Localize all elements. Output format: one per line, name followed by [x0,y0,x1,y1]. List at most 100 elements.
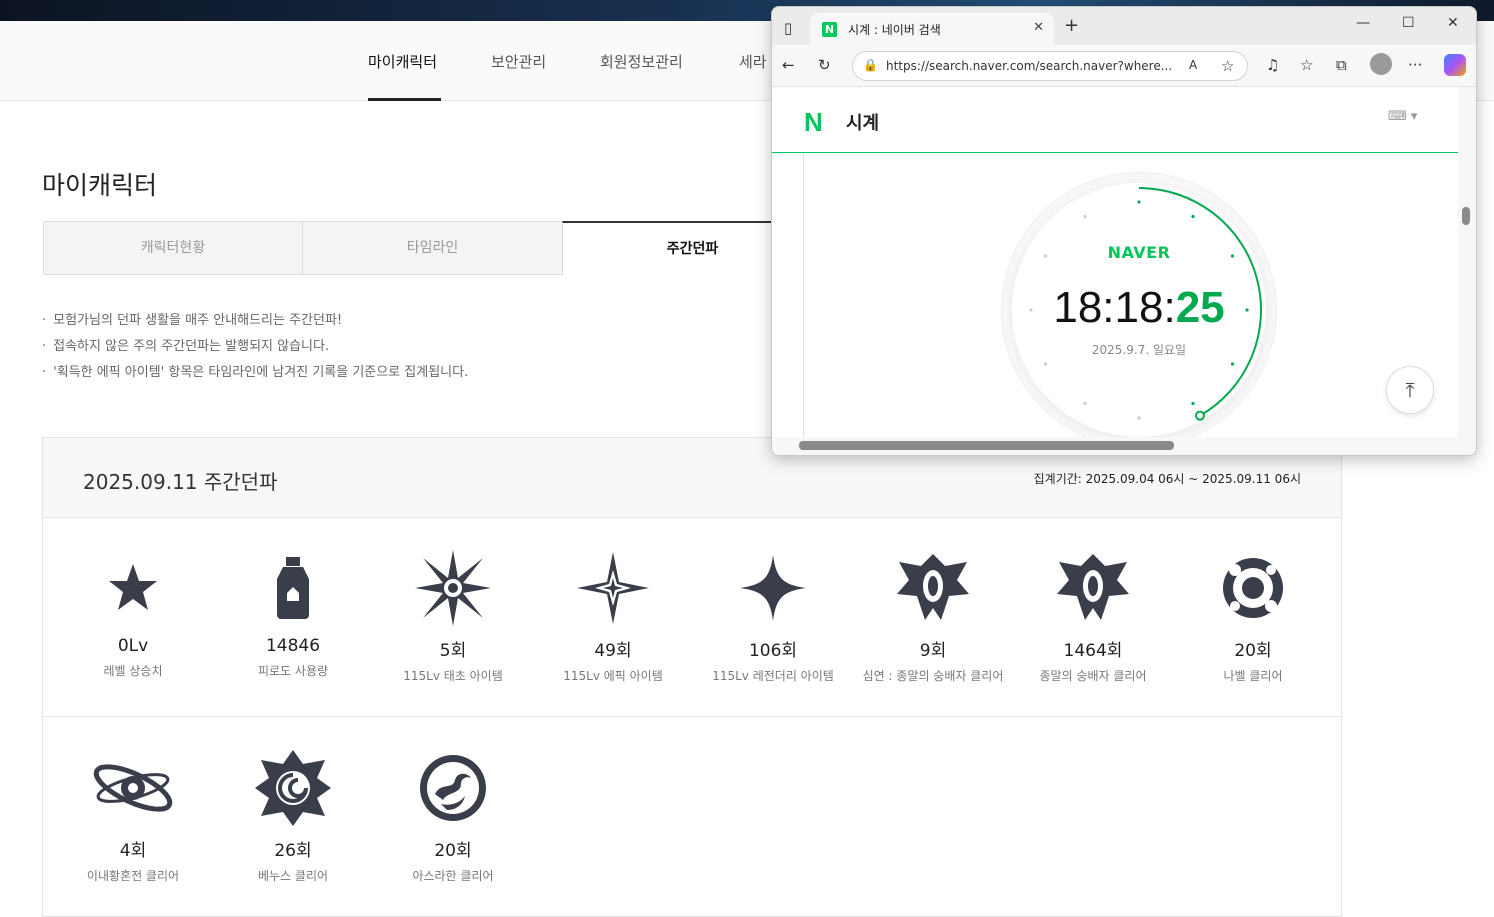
close-window-icon[interactable]: ✕ [1447,15,1459,31]
clock-hour-minute: 18:18: [1053,283,1176,332]
search-query[interactable]: 시계 [846,109,879,135]
stat-item: 9회 심연 : 종말의 숭배자 클리어 [853,546,1013,684]
lock-icon[interactable]: 🔒 [863,58,878,72]
stat-label: 아스라한 클리어 [412,869,494,883]
stat-value: 20회 [1234,641,1272,661]
collections-icon[interactable]: ⧉ [1336,56,1347,74]
stat-item: 49회 115Lv 에픽 아이템 [533,546,693,684]
stat-item: 5회 115Lv 태초 아이템 [373,546,533,684]
nabel-emblem-icon [1173,546,1333,630]
stat-value: 1464회 [1063,641,1123,661]
stat-value: 26회 [274,841,312,861]
asrahan-emblem-icon [373,746,533,830]
naver-search-header: N 시계 ⌨ ▾ [772,87,1458,153]
back-icon[interactable]: ← [782,56,795,74]
close-tab-icon[interactable]: ✕ [1033,20,1044,35]
nav-tab-my-character[interactable]: 마이캐릭터 [368,51,437,72]
stat-value: 0Lv [117,636,149,656]
profile-avatar[interactable] [1370,53,1392,75]
address-bar[interactable]: 🔒 https://search.naver.com/search.naver?… [852,51,1248,81]
tab-timeline[interactable]: 타임라인 [302,221,563,275]
stat-label: 115Lv 레전더리 아이템 [712,669,834,683]
nav-tab-partial[interactable]: 세라 [739,51,767,72]
stat-value: 20회 [434,841,472,861]
page-title: 마이캐릭터 [42,171,158,200]
browser-tab[interactable]: N 시계 : 네이버 검색 ✕ [810,13,1054,46]
read-aloud-icon[interactable]: A [1189,58,1197,72]
more-menu-icon[interactable]: ··· [1408,56,1422,74]
potion-icon [213,546,373,630]
weekly-title: 2025.09.11 주간던파 [83,470,278,494]
sub-tabs: 캐릭터현황 타임라인 주간던파 [43,221,823,275]
seconds-marker [1194,410,1205,421]
venus-emblem-icon [213,746,373,830]
scroll-top-button[interactable]: ⤒ [1386,366,1434,414]
clock-tick [1043,362,1048,366]
notice-item: '획득한 에픽 아이템' 항목은 타임라인에 남겨진 기록을 기준으로 집계됩니… [42,360,468,386]
clock-tick [1137,200,1141,204]
browser-toolbar: ← ↻ 🔒 https://search.naver.com/search.na… [772,45,1476,87]
stat-value: 5회 [439,641,467,661]
row-divider [43,716,1341,717]
extension-icon[interactable]: ♫ [1266,56,1279,74]
keyboard-icon[interactable]: ⌨ ▾ [1388,109,1417,124]
vertical-scrollbar[interactable] [1458,87,1476,437]
clock-tick [1083,401,1087,406]
clock-date: 2025.9.7. 일요일 [1091,343,1187,357]
star-icon [53,546,213,630]
clock-tick [1083,214,1087,219]
stat-label: 피로도 사용량 [257,664,329,678]
four-point-star-icon [693,546,853,630]
notice-list: 모험가님의 던파 생활을 매주 안내해드리는 주간던파! 접속하지 않은 주의 … [42,308,468,386]
stat-value: 14846 [265,636,321,656]
content-divider [803,153,804,437]
notice-item: 접속하지 않은 주의 주간던파는 발행되지 않습니다. [42,334,468,360]
clock-tick [1191,401,1195,406]
naver-logo[interactable]: N [804,107,823,138]
nav-tab-security[interactable]: 보안관리 [491,51,546,72]
burst-icon [373,546,533,630]
clock-seconds: 25 [1175,283,1225,332]
new-tab-icon[interactable]: + [1064,15,1079,36]
browser-tab-title: 시계 : 네이버 검색 [848,23,941,37]
stat-label: 115Lv 태초 아이템 [403,669,503,683]
stat-label: 베누스 클리어 [257,869,329,883]
naver-brand: NAVER [1107,243,1171,262]
orbit-emblem-icon [53,746,213,830]
vertical-scroll-thumb[interactable] [1462,207,1470,225]
active-tab-indicator [368,98,441,101]
browser-window: ▯ N 시계 : 네이버 검색 ✕ + — ☐ ✕ ← ↻ 🔒 https://… [771,6,1477,456]
period-text: 집계기간: 2025.09.04 06시 ~ 2025.09.11 06시 [1033,472,1301,486]
stat-label: 나벨 클리어 [1223,669,1283,683]
notice-item: 모험가님의 던파 생활을 매주 안내해드리는 주간던파! [42,308,468,334]
weekly-report: 2025.09.11 주간던파 집계기간: 2025.09.04 06시 ~ 2… [42,437,1342,917]
stat-item: 20회 아스라한 클리어 [373,746,533,884]
stat-value: 4회 [119,841,147,861]
url-text: https://search.naver.com/search.naver?wh… [886,59,1173,73]
minimize-icon[interactable]: — [1356,15,1370,31]
naver-clock-widget: NAVER 18:18:25 2025.9.7. 일요일 ⤒ [772,153,1458,437]
refresh-icon[interactable]: ↻ [818,56,831,74]
naver-favicon-icon: N [822,22,837,37]
tab-strip: ▯ N 시계 : 네이버 검색 ✕ + — ☐ ✕ [772,7,1476,46]
nav-tab-member-info[interactable]: 회원정보관리 [600,51,683,72]
maximize-icon[interactable]: ☐ [1402,15,1415,31]
stat-label: 심연 : 종말의 숭배자 클리어 [862,669,1004,683]
tab-character-status[interactable]: 캐릭터현황 [43,221,303,275]
stat-item: 1464회 종말의 숭배자 클리어 [1013,546,1173,684]
clock-tick [1191,214,1195,219]
abyss-emblem-icon [853,546,1013,630]
stat-item: 20회 나벨 클리어 [1173,546,1333,684]
stat-item: 106회 115Lv 레전더리 아이템 [693,546,853,684]
stat-value: 49회 [594,641,632,661]
favorite-star-icon[interactable]: ☆ [1221,57,1234,75]
stat-item: 0Lv 레벨 상승치 [53,546,213,679]
copilot-icon[interactable] [1444,54,1466,76]
favorites-icon[interactable]: ☆ [1300,56,1313,74]
sparkle-icon [533,546,693,630]
stat-label: 레벨 상승치 [103,664,163,678]
sidebar-toggle-icon[interactable]: ▯ [784,19,792,37]
stat-value: 9회 [919,641,947,661]
clock-face: NAVER 18:18:25 2025.9.7. 일요일 [1002,173,1276,437]
horizontal-scroll-thumb[interactable] [799,441,1174,450]
